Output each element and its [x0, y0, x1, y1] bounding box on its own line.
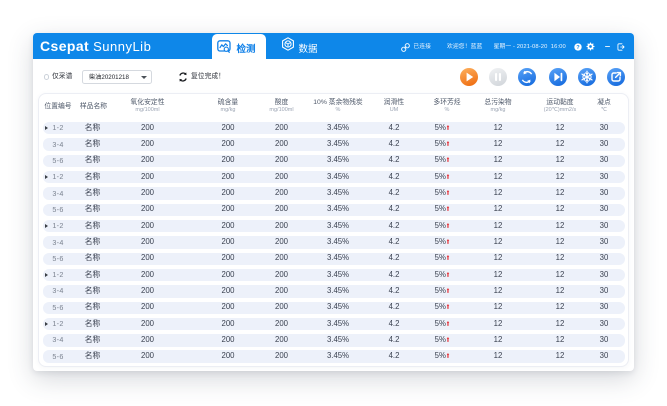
svg-text:?: ?: [576, 44, 580, 50]
